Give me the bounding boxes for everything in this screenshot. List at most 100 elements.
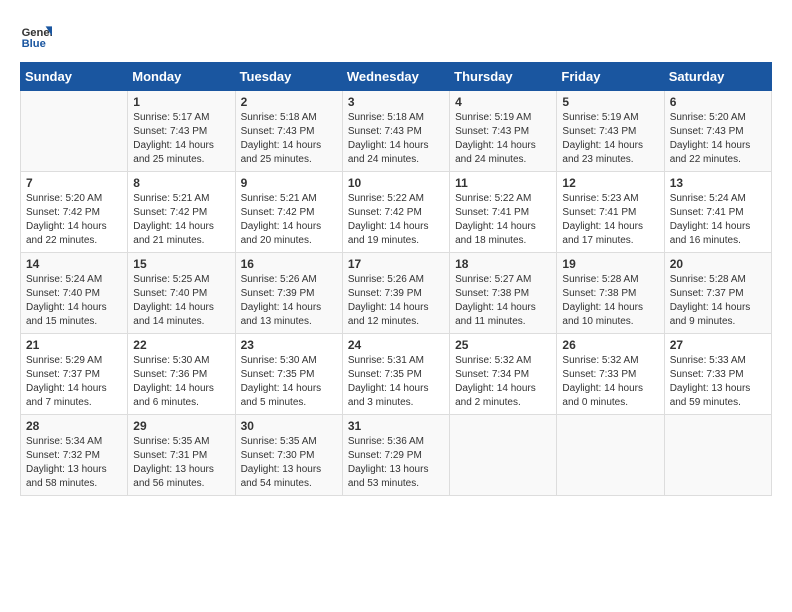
calendar-cell: 12 Sunrise: 5:23 AM Sunset: 7:41 PM Dayli… (557, 172, 664, 253)
day-number: 25 (455, 338, 551, 352)
day-number: 16 (241, 257, 337, 271)
calendar-cell: 18 Sunrise: 5:27 AM Sunset: 7:38 PM Dayli… (450, 253, 557, 334)
day-info: Sunrise: 5:31 AM Sunset: 7:35 PM Dayligh… (348, 354, 444, 410)
calendar-cell: 4 Sunrise: 5:19 AM Sunset: 7:43 PM Daylig… (450, 91, 557, 172)
calendar-cell: 20 Sunrise: 5:28 AM Sunset: 7:37 PM Dayli… (664, 253, 771, 334)
calendar-cell: 11 Sunrise: 5:22 AM Sunset: 7:41 PM Dayli… (450, 172, 557, 253)
day-info: Sunrise: 5:30 AM Sunset: 7:36 PM Dayligh… (133, 354, 229, 410)
day-number: 27 (670, 338, 766, 352)
day-number: 17 (348, 257, 444, 271)
day-number: 13 (670, 176, 766, 190)
calendar-cell: 17 Sunrise: 5:26 AM Sunset: 7:39 PM Dayli… (342, 253, 449, 334)
header-day-tuesday: Tuesday (235, 63, 342, 91)
day-info: Sunrise: 5:25 AM Sunset: 7:40 PM Dayligh… (133, 273, 229, 329)
day-info: Sunrise: 5:34 AM Sunset: 7:32 PM Dayligh… (26, 435, 122, 491)
day-number: 23 (241, 338, 337, 352)
day-info: Sunrise: 5:32 AM Sunset: 7:33 PM Dayligh… (562, 354, 658, 410)
calendar-cell: 13 Sunrise: 5:24 AM Sunset: 7:41 PM Dayli… (664, 172, 771, 253)
day-info: Sunrise: 5:36 AM Sunset: 7:29 PM Dayligh… (348, 435, 444, 491)
day-info: Sunrise: 5:17 AM Sunset: 7:43 PM Dayligh… (133, 111, 229, 167)
calendar-cell: 26 Sunrise: 5:32 AM Sunset: 7:33 PM Dayli… (557, 334, 664, 415)
day-number: 6 (670, 95, 766, 109)
day-number: 8 (133, 176, 229, 190)
day-number: 2 (241, 95, 337, 109)
calendar-cell: 19 Sunrise: 5:28 AM Sunset: 7:38 PM Dayli… (557, 253, 664, 334)
calendar-cell: 6 Sunrise: 5:20 AM Sunset: 7:43 PM Daylig… (664, 91, 771, 172)
day-number: 12 (562, 176, 658, 190)
calendar-cell: 15Sunrise: 5:25 AM Sunset: 7:40 PM Dayli… (128, 253, 235, 334)
day-number: 22 (133, 338, 229, 352)
calendar-cell (21, 91, 128, 172)
calendar-week-4: 21Sunrise: 5:29 AM Sunset: 7:37 PM Dayli… (21, 334, 772, 415)
calendar-cell: 29 Sunrise: 5:35 AM Sunset: 7:31 PM Dayli… (128, 415, 235, 496)
day-info: Sunrise: 5:28 AM Sunset: 7:37 PM Dayligh… (670, 273, 766, 329)
day-info: Sunrise: 5:21 AM Sunset: 7:42 PM Dayligh… (133, 192, 229, 248)
calendar-week-5: 28 Sunrise: 5:34 AM Sunset: 7:32 PM Dayli… (21, 415, 772, 496)
calendar-week-2: 7Sunrise: 5:20 AM Sunset: 7:42 PM Daylig… (21, 172, 772, 253)
day-info: Sunrise: 5:20 AM Sunset: 7:43 PM Dayligh… (670, 111, 766, 167)
calendar-cell: 28 Sunrise: 5:34 AM Sunset: 7:32 PM Dayli… (21, 415, 128, 496)
calendar-body: 1 Sunrise: 5:17 AM Sunset: 7:43 PM Daylig… (21, 91, 772, 496)
day-number: 4 (455, 95, 551, 109)
day-info: Sunrise: 5:22 AM Sunset: 7:41 PM Dayligh… (455, 192, 551, 248)
day-info: Sunrise: 5:24 AM Sunset: 7:41 PM Dayligh… (670, 192, 766, 248)
day-info: Sunrise: 5:20 AM Sunset: 7:42 PM Dayligh… (26, 192, 122, 248)
day-number: 21 (26, 338, 122, 352)
calendar-cell: 3 Sunrise: 5:18 AM Sunset: 7:43 PM Daylig… (342, 91, 449, 172)
header-day-wednesday: Wednesday (342, 63, 449, 91)
calendar-cell: 21Sunrise: 5:29 AM Sunset: 7:37 PM Dayli… (21, 334, 128, 415)
day-info: Sunrise: 5:26 AM Sunset: 7:39 PM Dayligh… (348, 273, 444, 329)
logo-icon: General Blue (20, 20, 52, 52)
day-number: 11 (455, 176, 551, 190)
day-number: 18 (455, 257, 551, 271)
calendar-week-3: 14Sunrise: 5:24 AM Sunset: 7:40 PM Dayli… (21, 253, 772, 334)
day-info: Sunrise: 5:22 AM Sunset: 7:42 PM Dayligh… (348, 192, 444, 248)
calendar-week-1: 1 Sunrise: 5:17 AM Sunset: 7:43 PM Daylig… (21, 91, 772, 172)
calendar-cell: 31 Sunrise: 5:36 AM Sunset: 7:29 PM Dayli… (342, 415, 449, 496)
calendar-cell: 22 Sunrise: 5:30 AM Sunset: 7:36 PM Dayli… (128, 334, 235, 415)
day-number: 28 (26, 419, 122, 433)
day-info: Sunrise: 5:24 AM Sunset: 7:40 PM Dayligh… (26, 273, 122, 329)
day-info: Sunrise: 5:18 AM Sunset: 7:43 PM Dayligh… (348, 111, 444, 167)
day-number: 1 (133, 95, 229, 109)
day-number: 31 (348, 419, 444, 433)
day-number: 26 (562, 338, 658, 352)
header-day-saturday: Saturday (664, 63, 771, 91)
calendar-cell: 2 Sunrise: 5:18 AM Sunset: 7:43 PM Daylig… (235, 91, 342, 172)
day-number: 24 (348, 338, 444, 352)
calendar-cell: 7Sunrise: 5:20 AM Sunset: 7:42 PM Daylig… (21, 172, 128, 253)
day-number: 20 (670, 257, 766, 271)
calendar-cell: 16Sunrise: 5:26 AM Sunset: 7:39 PM Dayli… (235, 253, 342, 334)
day-info: Sunrise: 5:19 AM Sunset: 7:43 PM Dayligh… (455, 111, 551, 167)
day-number: 3 (348, 95, 444, 109)
header-day-monday: Monday (128, 63, 235, 91)
day-info: Sunrise: 5:28 AM Sunset: 7:38 PM Dayligh… (562, 273, 658, 329)
calendar-cell: 23 Sunrise: 5:30 AM Sunset: 7:35 PM Dayli… (235, 334, 342, 415)
svg-text:Blue: Blue (22, 38, 46, 50)
day-number: 9 (241, 176, 337, 190)
day-info: Sunrise: 5:27 AM Sunset: 7:38 PM Dayligh… (455, 273, 551, 329)
day-info: Sunrise: 5:30 AM Sunset: 7:35 PM Dayligh… (241, 354, 337, 410)
day-info: Sunrise: 5:23 AM Sunset: 7:41 PM Dayligh… (562, 192, 658, 248)
calendar-cell: 27 Sunrise: 5:33 AM Sunset: 7:33 PM Dayli… (664, 334, 771, 415)
day-number: 29 (133, 419, 229, 433)
day-info: Sunrise: 5:18 AM Sunset: 7:43 PM Dayligh… (241, 111, 337, 167)
header-day-friday: Friday (557, 63, 664, 91)
day-info: Sunrise: 5:19 AM Sunset: 7:43 PM Dayligh… (562, 111, 658, 167)
day-number: 10 (348, 176, 444, 190)
calendar-table: SundayMondayTuesdayWednesdayThursdayFrid… (20, 62, 772, 496)
day-number: 19 (562, 257, 658, 271)
day-info: Sunrise: 5:21 AM Sunset: 7:42 PM Dayligh… (241, 192, 337, 248)
page-header: General Blue (20, 20, 772, 52)
day-info: Sunrise: 5:35 AM Sunset: 7:30 PM Dayligh… (241, 435, 337, 491)
header-day-sunday: Sunday (21, 63, 128, 91)
day-info: Sunrise: 5:33 AM Sunset: 7:33 PM Dayligh… (670, 354, 766, 410)
calendar-header: SundayMondayTuesdayWednesdayThursdayFrid… (21, 63, 772, 91)
calendar-cell: 24 Sunrise: 5:31 AM Sunset: 7:35 PM Dayli… (342, 334, 449, 415)
calendar-cell: 1 Sunrise: 5:17 AM Sunset: 7:43 PM Daylig… (128, 91, 235, 172)
calendar-cell (450, 415, 557, 496)
day-info: Sunrise: 5:35 AM Sunset: 7:31 PM Dayligh… (133, 435, 229, 491)
day-number: 30 (241, 419, 337, 433)
calendar-cell (557, 415, 664, 496)
calendar-cell: 9 Sunrise: 5:21 AM Sunset: 7:42 PM Daylig… (235, 172, 342, 253)
